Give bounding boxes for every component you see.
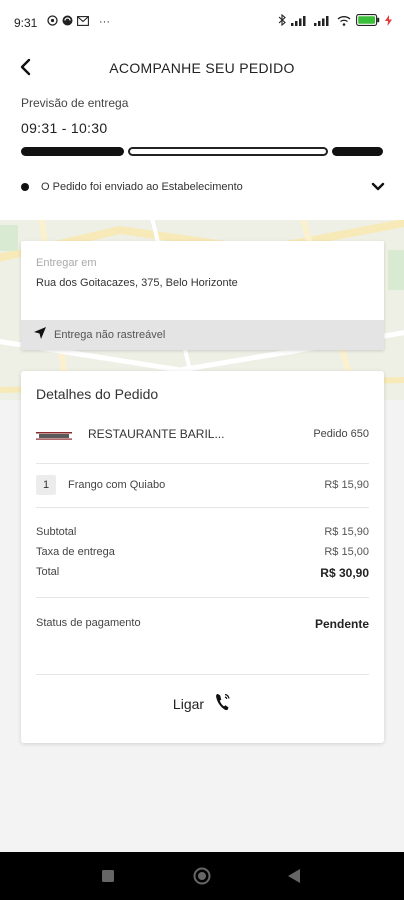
tracking-status-text: Entrega não rastreável xyxy=(54,329,166,341)
notification-icons: ··· xyxy=(47,15,110,29)
back-triangle-icon[interactable] xyxy=(287,868,301,889)
payment-status-row: Status de pagamento Pendente xyxy=(36,617,369,635)
battery-icon xyxy=(356,14,380,29)
signal-icon xyxy=(291,15,309,29)
progress-step-final xyxy=(332,147,383,156)
divider xyxy=(36,463,369,464)
order-details-card: Detalhes do Pedido RESTAURANTE BARIL... … xyxy=(21,371,384,743)
order-number: Pedido 650 xyxy=(313,428,369,440)
status-bar: 9:31 ··· xyxy=(0,0,404,46)
delivery-fee-value: R$ 15,00 xyxy=(324,546,369,558)
order-status-text: O Pedido foi enviado ao Estabelecimento xyxy=(41,181,243,193)
mail-icon xyxy=(77,15,89,29)
more-notifications: ··· xyxy=(99,16,110,28)
order-item-row: 1 Frango com Quiabo R$ 15,90 xyxy=(36,475,369,495)
delivery-fee-label: Taxa de entrega xyxy=(36,546,115,558)
total-value: R$ 30,90 xyxy=(320,566,369,580)
status-dot-icon xyxy=(21,183,29,191)
item-name: Frango com Quiabo xyxy=(68,479,166,491)
restaurant-row: RESTAURANTE BARIL... Pedido 650 xyxy=(36,421,369,447)
charging-icon xyxy=(385,14,392,29)
app-header: ACOMPANHE SEU PEDIDO xyxy=(0,46,404,90)
bluetooth-icon xyxy=(278,13,286,29)
delivery-fee-row: Taxa de entrega R$ 15,00 xyxy=(36,546,369,562)
home-circle-icon[interactable] xyxy=(193,867,211,890)
estimate-label: Previsão de entrega xyxy=(21,96,129,110)
navigation-arrow-icon xyxy=(33,326,47,345)
status-time: 9:31 xyxy=(14,16,38,30)
tracking-status-bar: Entrega não rastreável xyxy=(21,320,384,350)
order-progress-bar xyxy=(21,147,383,156)
divider xyxy=(36,507,369,508)
chevron-down-icon[interactable] xyxy=(371,179,385,197)
delivery-estimate-section: Previsão de entrega 09:31 - 10:30 O Pedi… xyxy=(0,90,404,220)
delivery-address-card: Entregar em Rua dos Goitacazes, 375, Bel… xyxy=(21,241,384,350)
estimate-time-range: 09:31 - 10:30 xyxy=(21,120,108,136)
whatsapp-icon xyxy=(47,15,58,29)
address-value: Rua dos Goitacazes, 375, Belo Horizonte xyxy=(36,277,238,289)
total-row: Total R$ 30,90 xyxy=(36,566,369,582)
divider xyxy=(36,674,369,675)
call-label: Ligar xyxy=(172,696,205,712)
total-label: Total xyxy=(36,566,60,578)
signal-icon-2 xyxy=(314,15,332,29)
restaurant-name: RESTAURANTE BARIL... xyxy=(88,427,225,441)
wifi-icon xyxy=(337,15,351,29)
payment-status-value: Pendente xyxy=(314,617,369,631)
phone-ringing-icon xyxy=(214,692,232,717)
progress-step-current xyxy=(128,147,328,156)
order-status-row[interactable]: O Pedido foi enviado ao Estabelecimento xyxy=(21,176,385,198)
subtotal-label: Subtotal xyxy=(36,526,77,538)
sync-icon xyxy=(62,15,73,29)
divider xyxy=(36,597,369,598)
payment-status-label: Status de pagamento xyxy=(36,617,141,629)
recents-square-icon[interactable] xyxy=(101,869,115,888)
system-icons xyxy=(278,13,392,29)
subtotal-row: Subtotal R$ 15,90 xyxy=(36,526,369,542)
item-price: R$ 15,90 xyxy=(324,479,369,491)
subtotal-value: R$ 15,90 xyxy=(324,526,369,538)
call-button[interactable]: Ligar xyxy=(21,686,384,722)
page-title: ACOMPANHE SEU PEDIDO xyxy=(109,60,295,76)
system-navigation-bar xyxy=(0,852,404,900)
order-details-title: Detalhes do Pedido xyxy=(36,386,159,402)
item-quantity-badge: 1 xyxy=(36,475,56,495)
restaurant-logo xyxy=(36,428,72,440)
address-label: Entregar em xyxy=(36,257,97,269)
progress-step-completed xyxy=(21,147,124,156)
